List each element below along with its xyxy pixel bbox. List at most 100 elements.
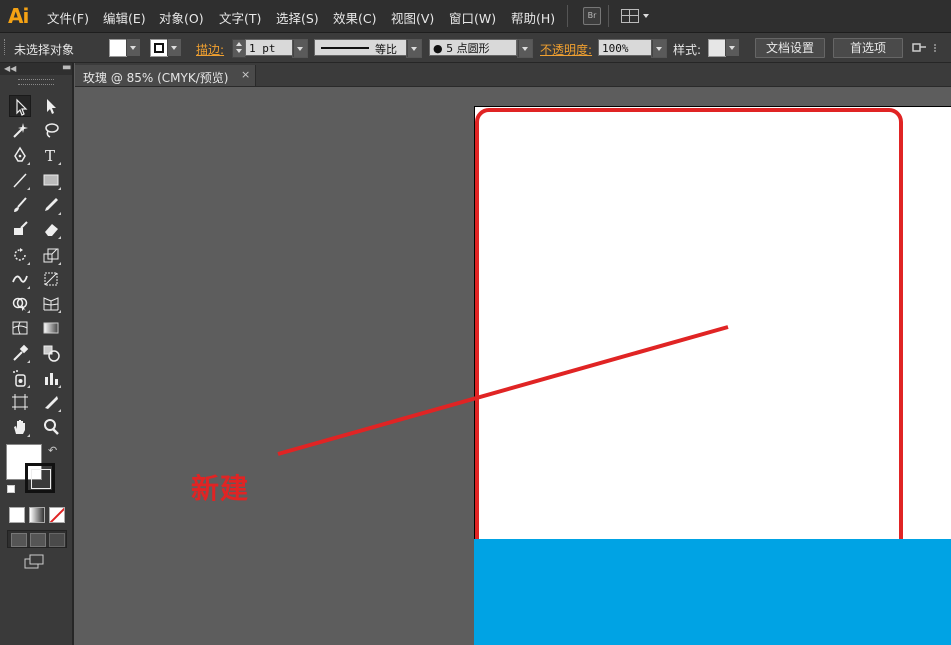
direct-selection-tool-icon[interactable] xyxy=(40,95,62,117)
panel-menu-icon[interactable]: ▬ xyxy=(62,62,71,73)
menu-bar: Ai 文件(F) 编辑(E) 对象(O) 文字(T) 选择(S) 效果(C) 视… xyxy=(0,0,951,33)
menu-view[interactable]: 视图(V) xyxy=(391,8,434,27)
menu-object[interactable]: 对象(O) xyxy=(159,8,204,27)
style-label: 样式: xyxy=(673,43,702,57)
stroke-weight-field[interactable]: 1 pt xyxy=(245,39,293,56)
pen-tool-icon[interactable] xyxy=(9,144,31,166)
slice-tool-icon[interactable] xyxy=(40,391,62,413)
profile-line-icon xyxy=(321,47,369,49)
line-segment-tool-icon[interactable] xyxy=(9,169,31,191)
eyedropper-tool-icon[interactable] xyxy=(9,342,31,364)
document-tab[interactable]: 玫瑰 @ 85% (CMYK/预览) × xyxy=(75,65,256,86)
close-icon[interactable]: × xyxy=(241,68,250,81)
stroke-label[interactable]: 描边: xyxy=(196,41,224,58)
rotate-tool-icon[interactable] xyxy=(9,244,31,266)
chevron-down-icon xyxy=(293,40,307,57)
fill-dropdown[interactable] xyxy=(126,39,140,56)
brush-dropdown[interactable] xyxy=(517,39,533,58)
warp-tool-icon[interactable] xyxy=(9,268,31,290)
control-bar: 未选择对象 描边: 1 pt 等比 ● 5 点圆形 不透明度: 100% 样式:… xyxy=(0,33,951,63)
panel-grip[interactable] xyxy=(4,39,7,55)
stroke-swatch[interactable] xyxy=(150,39,168,57)
screen-mode-icon[interactable] xyxy=(24,554,46,570)
stroke-color-swatch[interactable] xyxy=(25,463,55,493)
hand-tool-icon[interactable] xyxy=(9,416,31,438)
blob-brush-tool-icon[interactable] xyxy=(9,218,31,240)
panel-grip[interactable] xyxy=(18,79,54,85)
layout-grid-icon xyxy=(621,9,639,23)
profile-label: 等比 xyxy=(375,43,397,56)
menu-type[interactable]: 文字(T) xyxy=(219,8,261,27)
magic-wand-tool-icon[interactable] xyxy=(9,119,31,141)
chevron-down-icon xyxy=(643,14,649,18)
chevron-down-icon xyxy=(518,40,532,57)
graphic-style-swatch[interactable] xyxy=(708,39,726,57)
mesh-tool-icon[interactable] xyxy=(9,317,31,339)
default-colors-icon[interactable] xyxy=(7,485,15,493)
stroke-weight-stepper[interactable] xyxy=(232,39,246,58)
perspective-grid-tool-icon[interactable] xyxy=(40,292,62,314)
tools-panel-header[interactable]: ◀◀ ▬ xyxy=(0,62,72,75)
svg-text:T: T xyxy=(45,147,55,164)
menu-select[interactable]: 选择(S) xyxy=(276,8,319,27)
scale-tool-icon[interactable] xyxy=(40,244,62,266)
menu-help[interactable]: 帮助(H) xyxy=(511,8,555,27)
step-up-icon xyxy=(236,42,242,46)
canvas-area[interactable]: 新建 xyxy=(74,87,951,645)
profile-dropdown[interactable] xyxy=(406,39,422,58)
graphic-style-dropdown[interactable] xyxy=(725,39,739,56)
symbol-sprayer-tool-icon[interactable] xyxy=(9,367,31,389)
document-setup-button[interactable]: 文档设置 xyxy=(755,38,825,58)
draw-behind-icon[interactable] xyxy=(30,533,46,547)
selection-tool-icon[interactable] xyxy=(9,95,31,117)
opacity-label[interactable]: 不透明度: xyxy=(540,41,592,58)
variable-width-profile[interactable]: 等比 xyxy=(314,39,420,56)
brush-definition[interactable]: ● 5 点圆形 xyxy=(429,39,517,56)
none-mode-icon[interactable] xyxy=(49,507,65,523)
column-graph-tool-icon[interactable] xyxy=(40,367,62,389)
menu-effect[interactable]: 效果(C) xyxy=(333,8,376,27)
annotation-arrow-line xyxy=(277,325,729,456)
annotation-label: 新建 xyxy=(191,472,250,505)
artboard-tool-icon[interactable] xyxy=(9,391,31,413)
step-down-icon xyxy=(236,49,242,53)
collapse-double-arrow-icon[interactable]: ◀◀ xyxy=(4,64,16,73)
bridge-button[interactable]: Br xyxy=(583,7,601,25)
draw-inside-icon[interactable] xyxy=(49,533,65,547)
menu-window[interactable]: 窗口(W) xyxy=(449,8,496,27)
preferences-button[interactable]: 首选项 xyxy=(833,38,903,58)
app-logo: Ai xyxy=(8,4,29,28)
stroke-weight-dropdown[interactable] xyxy=(292,39,308,58)
free-transform-tool-icon[interactable] xyxy=(40,268,62,290)
workspace-switcher-icon[interactable] xyxy=(621,7,651,25)
menu-file[interactable]: 文件(F) xyxy=(47,8,89,27)
document-tab-bar: 玫瑰 @ 85% (CMYK/预览) × xyxy=(75,63,951,87)
paintbrush-tool-icon[interactable] xyxy=(9,194,31,216)
tools-panel: ◀◀ ▬ T ↶ xyxy=(0,62,74,645)
shape-builder-tool-icon[interactable] xyxy=(9,292,31,314)
opacity-field[interactable]: 100% xyxy=(598,39,652,56)
drawing-modes-group xyxy=(7,530,67,548)
swap-fill-stroke-icon[interactable]: ↶ xyxy=(48,444,57,457)
eraser-tool-icon[interactable] xyxy=(40,218,62,240)
blend-tool-icon[interactable] xyxy=(40,342,62,364)
menu-divider xyxy=(567,5,568,27)
lasso-tool-icon[interactable] xyxy=(40,119,62,141)
gradient-tool-icon[interactable] xyxy=(40,317,62,339)
color-mode-icon[interactable] xyxy=(9,507,25,523)
opacity-dropdown[interactable] xyxy=(651,39,667,58)
draw-normal-icon[interactable] xyxy=(11,533,27,547)
stroke-dropdown[interactable] xyxy=(167,39,181,56)
rectangle-tool-icon[interactable] xyxy=(40,169,62,191)
fill-swatch[interactable] xyxy=(109,39,127,57)
gradient-mode-icon[interactable] xyxy=(29,507,45,523)
chevron-down-icon xyxy=(725,39,739,56)
selection-status: 未选择对象 xyxy=(14,43,75,57)
type-tool-icon[interactable]: T xyxy=(40,144,62,166)
zoom-tool-icon[interactable] xyxy=(40,416,62,438)
menu-edit[interactable]: 编辑(E) xyxy=(103,8,146,27)
arrange-documents-icon[interactable] xyxy=(912,41,942,55)
none-slash xyxy=(50,508,64,522)
pencil-tool-icon[interactable] xyxy=(40,194,62,216)
stroke-square-icon xyxy=(154,43,164,53)
